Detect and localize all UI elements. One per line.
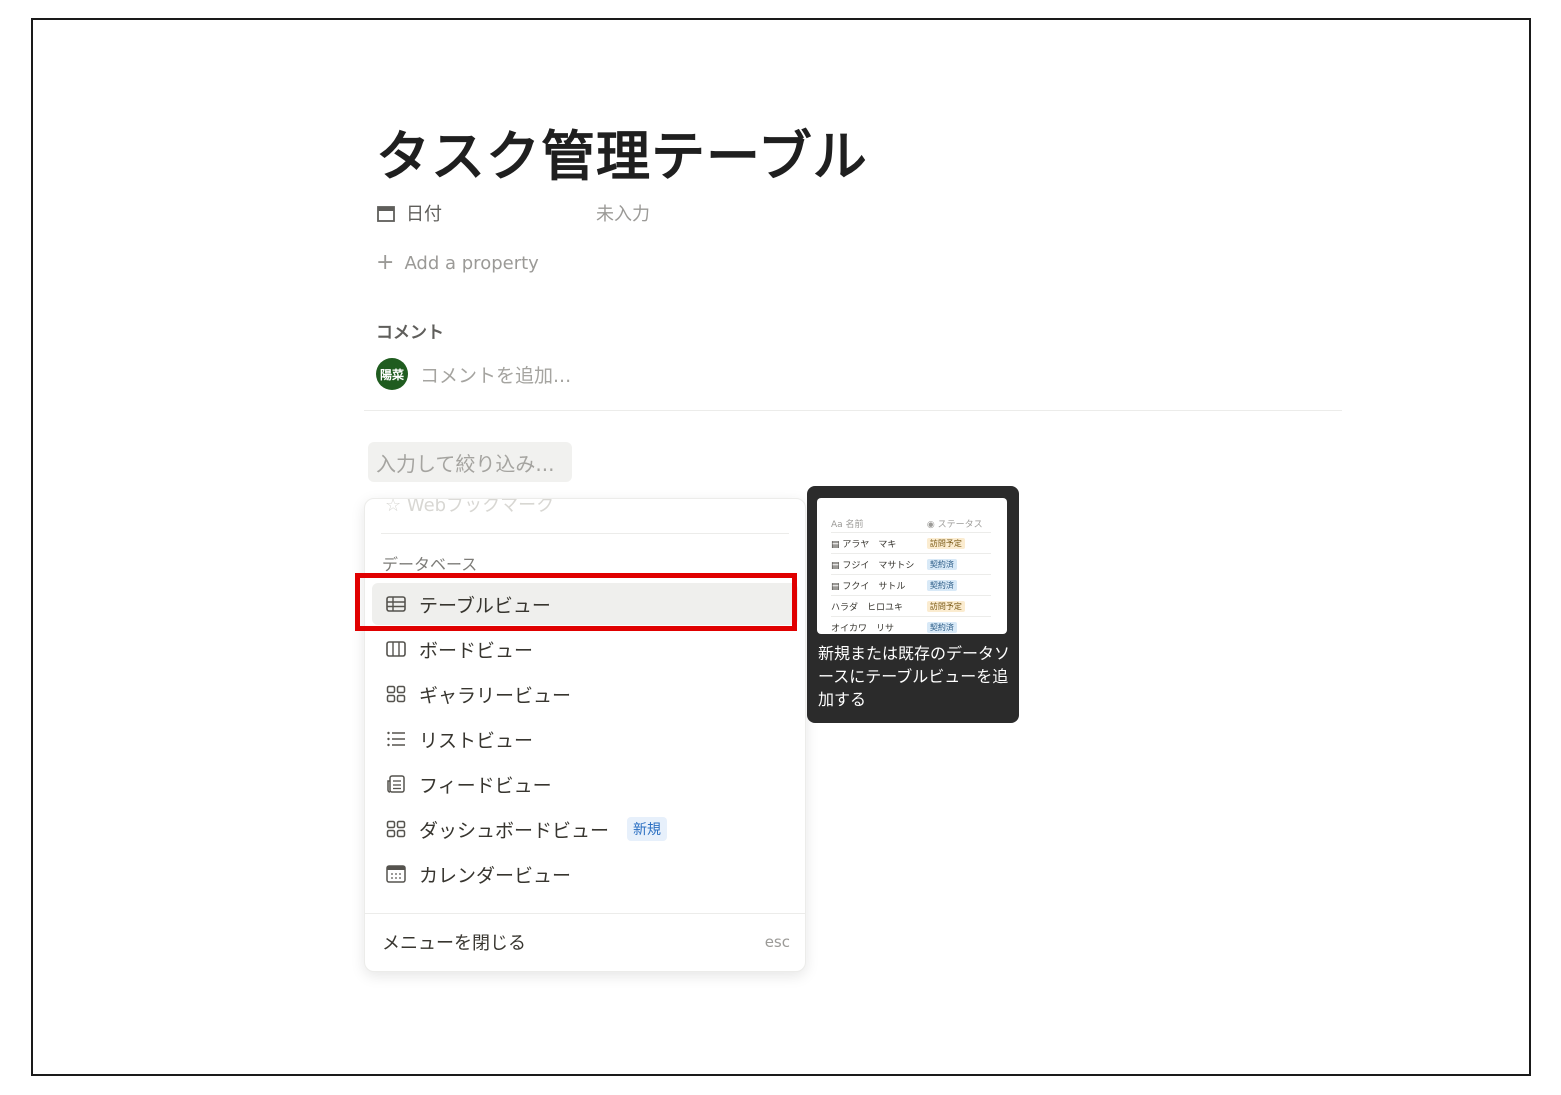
preview-col-name-label: 名前 [845, 519, 864, 530]
table-row: ▤ フジイ マサトシ 契約済 [831, 553, 991, 575]
menu-divider [365, 913, 805, 914]
preview-table: Aa 名前 ◉ ステータス ▤ アラヤ マキ 訪問予定 ▤ フジイ マサトシ 契… [831, 514, 991, 634]
gallery-icon [383, 685, 409, 703]
menu-item-label: ギャラリービュー [419, 684, 572, 707]
comment-input[interactable]: コメントを追加... [420, 361, 571, 388]
menu-item-board-view[interactable]: ボードビュー [372, 628, 798, 670]
menu-item-label: ダッシュボードビュー [419, 819, 610, 842]
highlight-box [355, 573, 797, 631]
menu-item-dashboard-view[interactable]: ダッシュボードビュー 新規 [372, 808, 798, 850]
avatar: 陽菜 [376, 358, 408, 390]
calendar-icon [377, 206, 395, 222]
close-menu-button[interactable]: メニューを閉じる esc [382, 929, 790, 955]
add-property-label: Add a property [404, 252, 539, 274]
page-title[interactable]: タスク管理テーブル [376, 112, 868, 191]
add-property-button[interactable]: + Add a property [376, 252, 539, 274]
preview-col-status: ◉ ステータス [926, 514, 991, 533]
menu-item-label: フィードビュー [419, 774, 552, 797]
page-icon: ▤ [831, 539, 843, 550]
preview-description: 新規または既存のデータソースにテーブルビューを追加する [818, 644, 1011, 709]
table-row: オイカワ リサ 契約済 [831, 616, 991, 634]
menu-item-label: ボードビュー [419, 639, 534, 662]
table-row: ハラダ ヒロユキ 訪問予定 [831, 595, 991, 617]
esc-shortcut: esc [764, 933, 790, 951]
faded-menu-item: ☆ Webブックマーク [385, 498, 555, 517]
status-tag: 訪問予定 [926, 537, 965, 549]
preview-row-name: オイカワ リサ [831, 623, 895, 634]
filter-input[interactable]: 入力して絞り込み... [368, 442, 572, 482]
table-row: ▤ フクイ サトル 契約済 [831, 574, 991, 596]
preview-thumbnail: Aa 名前 ◉ ステータス ▤ アラヤ マキ 訪問予定 ▤ フジイ マサトシ 契… [817, 498, 1007, 634]
plus-icon: + [376, 250, 395, 275]
preview-row-name: フクイ サトル [842, 581, 906, 592]
page-icon: ▤ [831, 560, 843, 571]
status-tag: 契約済 [926, 558, 957, 570]
text-property-icon: Aa [831, 519, 846, 530]
menu-item-feed-view[interactable]: フィードビュー [372, 763, 798, 805]
menu-item-gallery-view[interactable]: ギャラリービュー [372, 673, 798, 715]
property-value[interactable]: 未入力 [596, 200, 650, 226]
status-tag: 契約済 [926, 621, 957, 633]
view-type-menu: ☆ Webブックマーク データベース テーブルビュー ボードビュー ギャラリービ… [364, 498, 806, 972]
menu-item-list-view[interactable]: リストビュー [372, 718, 798, 760]
preview-row-name: ハラダ ヒロユキ [831, 602, 904, 613]
close-menu-label: メニューを閉じる [382, 933, 526, 954]
view-preview-tooltip: Aa 名前 ◉ ステータス ▤ アラヤ マキ 訪問予定 ▤ フジイ マサトシ 契… [807, 486, 1019, 723]
calendar-view-icon [383, 865, 409, 883]
status-tag: 訪問予定 [926, 600, 965, 612]
new-badge: 新規 [627, 817, 668, 841]
menu-item-label: カレンダービュー [419, 864, 572, 887]
menu-item-calendar-view[interactable]: カレンダービュー [372, 853, 798, 895]
faded-menu-item-label: Webブックマーク [406, 498, 555, 516]
status-property-icon: ◉ [926, 519, 938, 530]
preview-col-name: Aa 名前 [831, 514, 927, 533]
menu-section-label: データベース [382, 555, 478, 574]
menu-divider [381, 533, 789, 534]
table-row: ▤ アラヤ マキ 訪問予定 [831, 532, 991, 554]
property-name: 日付 [406, 204, 442, 225]
menu-item-label: リストビュー [419, 729, 534, 752]
dashboard-icon [383, 820, 409, 838]
status-tag: 契約済 [926, 579, 957, 591]
board-icon [383, 640, 409, 658]
feed-icon [383, 775, 409, 793]
page-icon: ▤ [831, 581, 843, 592]
divider [364, 410, 1342, 411]
property-date[interactable]: 日付 未入力 [376, 198, 650, 228]
preview-row-name: アラヤ マキ [842, 539, 897, 550]
comments-heading: コメント [376, 323, 444, 343]
preview-col-status-label: ステータス [937, 519, 983, 530]
comment-input-row[interactable]: 陽菜 コメントを追加... [376, 358, 571, 390]
preview-row-name: フジイ マサトシ [842, 560, 915, 571]
list-icon [383, 730, 409, 748]
